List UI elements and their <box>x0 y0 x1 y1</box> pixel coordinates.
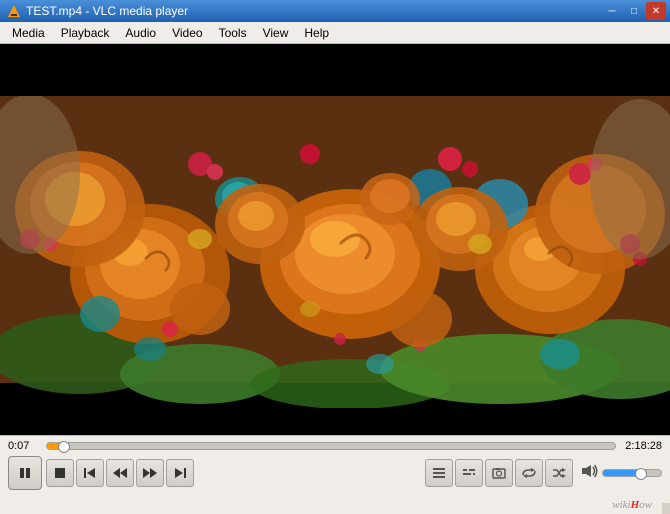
title-bar: TEST.mp4 - VLC media player ─ □ ✕ <box>0 0 670 22</box>
volume-icon[interactable] <box>581 463 599 484</box>
menu-media[interactable]: Media <box>4 24 53 42</box>
menu-bar: Media Playback Audio Video Tools View He… <box>0 22 670 44</box>
extended-button[interactable] <box>455 459 483 487</box>
vlc-icon <box>6 3 22 19</box>
rewind-icon <box>112 467 128 479</box>
volume-thumb <box>635 468 647 480</box>
window-title: TEST.mp4 - VLC media player <box>26 4 188 18</box>
pause-button[interactable] <box>8 456 42 490</box>
title-controls: ─ □ ✕ <box>602 2 666 20</box>
previous-button[interactable] <box>76 459 104 487</box>
letterbox-bottom <box>0 408 670 435</box>
time-current: 0:07 <box>8 440 40 452</box>
random-button[interactable] <box>545 459 573 487</box>
controls-bar: 0:07 2:18:28 <box>0 435 670 503</box>
transport-row <box>8 456 662 490</box>
menu-view[interactable]: View <box>255 24 297 42</box>
fastforward-button[interactable] <box>136 459 164 487</box>
menu-video[interactable]: Video <box>164 24 210 42</box>
time-total: 2:18:28 <box>622 440 662 452</box>
maximize-button[interactable]: □ <box>624 2 644 20</box>
minimize-button[interactable]: ─ <box>602 2 622 20</box>
stop-button[interactable] <box>46 459 74 487</box>
wikihow-watermark: wikiHow <box>0 499 662 514</box>
snapshot-button[interactable] <box>485 459 513 487</box>
video-area[interactable] <box>0 44 670 435</box>
menu-tools[interactable]: Tools <box>211 24 255 42</box>
volume-slider[interactable] <box>602 469 662 477</box>
stop-icon <box>54 467 66 479</box>
next-button[interactable] <box>166 459 194 487</box>
speaker-icon <box>581 463 599 479</box>
next-icon <box>173 467 187 479</box>
right-controls <box>425 459 573 487</box>
snapshot-icon <box>492 467 506 479</box>
title-bar-left: TEST.mp4 - VLC media player <box>6 3 188 19</box>
extended-icon <box>462 467 476 479</box>
loop-button[interactable] <box>515 459 543 487</box>
fastforward-icon <box>142 467 158 479</box>
menu-audio[interactable]: Audio <box>117 24 164 42</box>
volume-group <box>581 463 662 484</box>
seek-thumb <box>58 441 70 453</box>
rewind-button[interactable] <box>106 459 134 487</box>
wikihow-text: wikiHow <box>612 499 652 511</box>
previous-icon <box>83 467 97 479</box>
menu-help[interactable]: Help <box>296 24 337 42</box>
random-icon <box>551 467 567 479</box>
pause-icon <box>18 466 32 480</box>
loop-icon <box>521 467 537 479</box>
seek-bar[interactable] <box>46 442 616 450</box>
close-button[interactable]: ✕ <box>646 2 666 20</box>
playlist-icon <box>432 467 446 479</box>
video-frame <box>0 44 670 435</box>
menu-playback[interactable]: Playback <box>53 24 118 42</box>
playlist-button[interactable] <box>425 459 453 487</box>
seek-row: 0:07 2:18:28 <box>8 440 662 452</box>
letterbox-top <box>0 44 670 96</box>
